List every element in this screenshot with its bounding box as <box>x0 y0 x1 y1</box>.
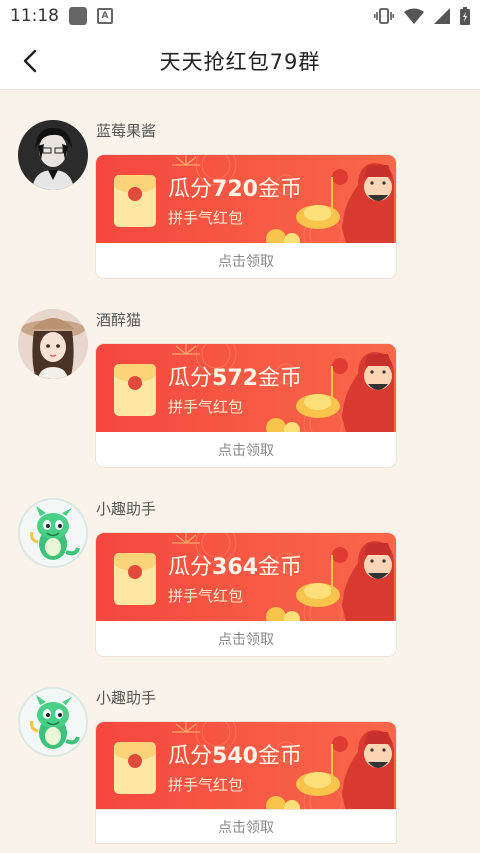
claim-button[interactable]: 点击领取 <box>96 432 396 467</box>
signal-icon <box>434 8 450 24</box>
wifi-icon <box>404 8 424 24</box>
red-packet-banner: 瓜分 540 金币 拼手气红包 <box>96 722 396 810</box>
envelope-icon <box>114 553 156 605</box>
avatar-image-girl <box>18 309 88 379</box>
app-header: 天天抢红包79群 <box>0 32 480 90</box>
amount-unit: 金币 <box>257 177 302 202</box>
avatar[interactable] <box>18 309 88 379</box>
amount-prefix: 瓜分 <box>168 555 213 580</box>
claim-button[interactable]: 点击领取 <box>96 810 396 843</box>
message-item: 小趣助手 <box>0 657 480 843</box>
sender-name: 小趣助手 <box>96 500 157 518</box>
packet-subtitle: 拼手气红包 <box>168 587 244 605</box>
status-right <box>374 7 470 25</box>
sender-name: 蓝莓果酱 <box>96 122 157 140</box>
packet-subtitle: 拼手气红包 <box>168 209 244 227</box>
message-item: 小趣助手 <box>0 468 480 656</box>
battery-icon <box>460 7 470 25</box>
packet-amount: 瓜分 364 金币 <box>168 549 302 581</box>
status-time: 11:18 <box>10 6 59 26</box>
page-title: 天天抢红包79群 <box>159 49 321 74</box>
back-button[interactable] <box>14 45 46 77</box>
red-packet-card[interactable]: 瓜分 720 金币 拼手气红包 点击领取 <box>96 155 396 278</box>
amount-number: 572 <box>212 366 258 391</box>
amount-prefix: 瓜分 <box>168 177 213 202</box>
amount-number: 540 <box>212 744 258 769</box>
claim-button[interactable]: 点击领取 <box>96 621 396 656</box>
avatar-image-boy <box>18 120 88 190</box>
envelope-icon <box>114 364 156 416</box>
notification-icon <box>69 7 87 25</box>
message-item: 蓝莓果酱 瓜分 720 金币 拼手气红包 点击领取 <box>0 90 480 278</box>
amount-number: 720 <box>212 177 258 202</box>
chevron-left-icon <box>23 49 37 73</box>
envelope-icon <box>114 742 156 794</box>
sender-name: 小趣助手 <box>96 689 157 707</box>
packet-amount: 瓜分 572 金币 <box>168 360 302 392</box>
avatar[interactable] <box>18 120 88 190</box>
packet-subtitle: 拼手气红包 <box>168 776 244 794</box>
amount-prefix: 瓜分 <box>168 744 213 769</box>
red-packet-banner: 瓜分 572 金币 拼手气红包 <box>96 344 396 432</box>
red-packet-banner: 瓜分 720 金币 拼手气红包 <box>96 155 396 243</box>
a-badge-icon: A <box>97 8 113 24</box>
amount-unit: 金币 <box>257 555 302 580</box>
status-left: 11:18 A <box>10 6 113 26</box>
message-item: 酒醉猫 瓜分 572 金币 拼手气红包 点击领取 <box>0 279 480 467</box>
avatar[interactable] <box>18 498 88 568</box>
vibrate-icon <box>374 8 394 24</box>
packet-subtitle: 拼手气红包 <box>168 398 244 416</box>
amount-prefix: 瓜分 <box>168 366 213 391</box>
red-packet-card[interactable]: 瓜分 364 金币 拼手气红包 点击领取 <box>96 533 396 656</box>
claim-button[interactable]: 点击领取 <box>96 243 396 278</box>
red-packet-card[interactable]: 瓜分 540 金币 拼手气红包 <box>96 722 396 810</box>
envelope-icon <box>114 175 156 227</box>
amount-unit: 金币 <box>257 366 302 391</box>
packet-amount: 瓜分 720 金币 <box>168 171 302 203</box>
amount-unit: 金币 <box>257 744 302 769</box>
sender-name: 酒醉猫 <box>96 311 142 329</box>
amount-number: 364 <box>212 555 258 580</box>
packet-amount: 瓜分 540 金币 <box>168 738 302 770</box>
red-packet-card[interactable]: 瓜分 572 金币 拼手气红包 点击领取 <box>96 344 396 467</box>
avatar-image-dragon-mascot <box>20 500 86 566</box>
red-packet-banner: 瓜分 364 金币 拼手气红包 <box>96 533 396 621</box>
avatar[interactable] <box>18 687 88 757</box>
status-bar: 11:18 A <box>0 0 480 32</box>
avatar-image-dragon-mascot <box>20 689 86 755</box>
